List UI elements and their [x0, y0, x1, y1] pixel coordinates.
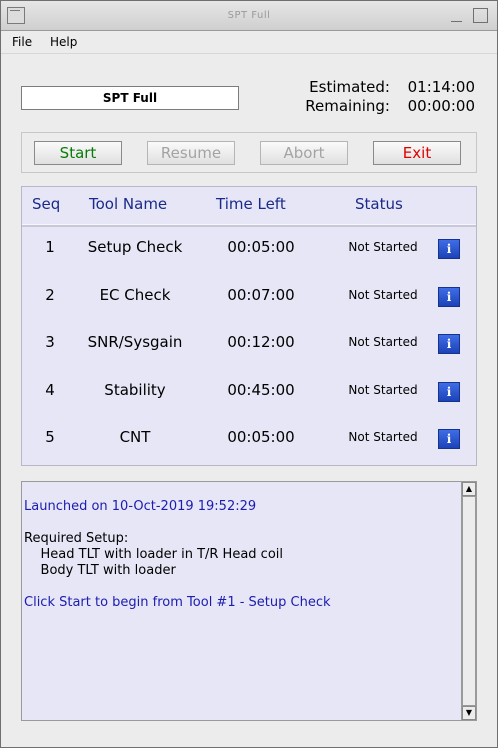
- minimize-icon[interactable]: [449, 8, 464, 23]
- row-seq: 1: [45, 238, 55, 256]
- row-tool-name: EC Check: [99, 286, 171, 304]
- exit-button[interactable]: Exit: [373, 141, 461, 165]
- estimated-value: 01:14:00: [407, 78, 475, 96]
- log-scrollbar[interactable]: ▲ ▼: [461, 482, 476, 720]
- table-row: 1 Setup Check 00:05:00 Not Started i: [22, 238, 476, 278]
- row-time-left: 00:07:00: [227, 286, 295, 304]
- start-button[interactable]: Start: [34, 141, 122, 165]
- row-status: Not Started: [348, 335, 418, 349]
- info-icon[interactable]: i: [438, 334, 460, 354]
- row-tool-name: SNR/Sysgain: [87, 333, 183, 351]
- row-tool-name: CNT: [119, 428, 151, 446]
- scroll-thumb[interactable]: [462, 496, 476, 706]
- row-time-left: 00:05:00: [227, 428, 295, 446]
- info-icon[interactable]: i: [438, 382, 460, 402]
- log-required-heading: Required Setup:: [24, 531, 129, 546]
- row-tool-name: Setup Check: [87, 238, 183, 256]
- table-row: 2 EC Check 00:07:00 Not Started i: [22, 286, 476, 326]
- row-time-left: 00:12:00: [227, 333, 295, 351]
- table-row: 4 Stability 00:45:00 Not Started i: [22, 381, 476, 421]
- tool-table: Seq Tool Name Time Left Status 1 Setup C…: [21, 186, 477, 466]
- remaining-label: Remaining:: [305, 97, 390, 115]
- log-setup-item: Body TLT with loader: [24, 563, 176, 578]
- remaining-value: 00:00:00: [407, 97, 475, 115]
- row-seq: 2: [45, 286, 55, 304]
- column-header-seq: Seq: [32, 195, 61, 213]
- row-status: Not Started: [348, 240, 418, 254]
- info-icon[interactable]: i: [438, 287, 460, 307]
- row-seq: 5: [45, 428, 55, 446]
- menu-file[interactable]: File: [12, 35, 32, 49]
- log-instruction-line: Click Start to begin from Tool #1 - Setu…: [24, 595, 331, 610]
- log-text-area[interactable]: Launched on 10-Oct-2019 19:52:29 Require…: [22, 482, 460, 720]
- info-icon[interactable]: i: [438, 429, 460, 449]
- table-row: 5 CNT 00:05:00 Not Started i: [22, 428, 476, 468]
- column-header-status: Status: [355, 195, 403, 213]
- menu-bar: File Help: [1, 31, 497, 54]
- row-time-left: 00:05:00: [227, 238, 295, 256]
- info-icon[interactable]: i: [438, 239, 460, 259]
- scroll-up-arrow-icon[interactable]: ▲: [462, 482, 476, 496]
- header-divider: [22, 224, 476, 227]
- column-header-time-left: Time Left: [216, 195, 286, 213]
- column-header-tool-name: Tool Name: [89, 195, 168, 213]
- row-seq: 4: [45, 381, 55, 399]
- log-launched-line: Launched on 10-Oct-2019 19:52:29: [24, 499, 257, 514]
- scroll-down-arrow-icon[interactable]: ▼: [462, 706, 476, 720]
- log-panel[interactable]: Launched on 10-Oct-2019 19:52:29 Require…: [21, 481, 477, 721]
- row-time-left: 00:45:00: [227, 381, 295, 399]
- abort-button[interactable]: Abort: [260, 141, 348, 165]
- row-status: Not Started: [348, 430, 418, 444]
- title-bar[interactable]: SPT Full: [1, 1, 497, 31]
- maximize-icon[interactable]: [473, 8, 488, 23]
- app-window: SPT Full File Help SPT Full Estimated: 0…: [0, 0, 498, 748]
- row-status: Not Started: [348, 383, 418, 397]
- row-seq: 3: [45, 333, 55, 351]
- menu-help[interactable]: Help: [50, 35, 77, 49]
- estimated-label: Estimated:: [309, 78, 390, 96]
- log-setup-item: Head TLT with loader in T/R Head coil: [24, 547, 284, 562]
- row-tool-name: Stability: [104, 381, 166, 399]
- resume-button[interactable]: Resume: [147, 141, 235, 165]
- protocol-name-field: SPT Full: [21, 86, 239, 110]
- row-status: Not Started: [348, 288, 418, 302]
- control-panel: Start Resume Abort Exit: [21, 132, 477, 173]
- window-title: SPT Full: [227, 10, 271, 21]
- table-row: 3 SNR/Sysgain 00:12:00 Not Started i: [22, 333, 476, 373]
